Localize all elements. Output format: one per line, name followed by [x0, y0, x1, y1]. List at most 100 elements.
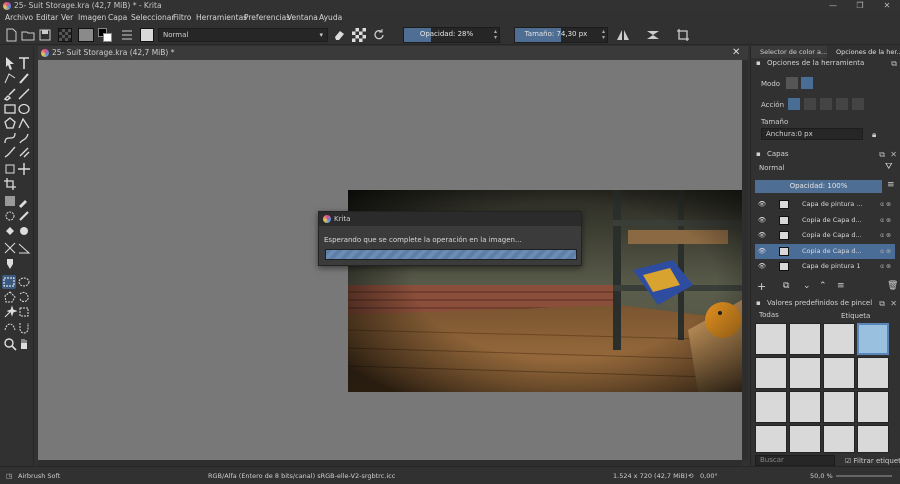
brush-preset-thumbnail[interactable] [789, 391, 821, 423]
checkbox-icon[interactable]: ▪ [756, 298, 761, 309]
menu-filtro[interactable]: Filtro [173, 13, 191, 22]
menu-imagen[interactable]: Imagen [78, 13, 106, 22]
action-subtract-button[interactable] [836, 98, 848, 110]
tab-color-selector[interactable]: Selector de color a... [751, 46, 827, 58]
save-icon[interactable] [38, 28, 52, 42]
layer-blend-mode-select[interactable]: Normal [755, 163, 881, 175]
action-intersect-button[interactable] [804, 98, 816, 110]
colorize-mask-tool-icon[interactable] [17, 209, 31, 223]
new-document-icon[interactable] [4, 28, 18, 42]
eye-icon[interactable]: 👁︎ [757, 213, 767, 228]
layer-properties-icon[interactable]: ≡ [837, 281, 845, 291]
brush-preset-thumbnail[interactable] [823, 425, 855, 453]
polygonal-selection-tool-icon[interactable] [3, 290, 17, 304]
lock-icon[interactable]: 🔒︎ [872, 130, 876, 140]
move-layer-up-icon[interactable]: ⌃ [819, 281, 827, 291]
fill-tool-icon[interactable] [3, 224, 17, 238]
layer-flags-icon[interactable]: α ⊗ [880, 244, 891, 259]
elliptical-selection-tool-icon[interactable] [17, 275, 31, 289]
zoom-level[interactable]: 50,0 % [810, 472, 833, 480]
spin-arrows-icon[interactable]: ▴ ▾ [602, 29, 605, 41]
layer-flags-icon[interactable]: α ⊗ [880, 259, 891, 274]
brush-preset-thumbnail[interactable] [857, 425, 889, 453]
duplicate-layer-icon[interactable]: ⧉ [783, 281, 789, 291]
eye-icon[interactable]: 👁︎ [757, 197, 767, 212]
menu-herramientas[interactable]: Herramientas [196, 13, 247, 22]
brush-settings-icon[interactable] [120, 28, 134, 42]
brush-preset-thumbnail[interactable] [755, 391, 787, 423]
layer-opacity-slider[interactable]: Opacidad: 100% [755, 180, 882, 193]
layer-row[interactable]: 👁︎ Capa de pintura ... α ⊗ [755, 197, 895, 212]
polygon-tool-icon[interactable] [3, 116, 17, 130]
float-panel-icon[interactable]: ⧉ [891, 58, 897, 69]
rotation-value[interactable]: 0,00° [700, 472, 718, 480]
float-panel-icon[interactable]: ⧉ [879, 298, 885, 309]
mirror-horizontal-icon[interactable] [616, 28, 630, 42]
brush-preset-thumbnail[interactable] [755, 323, 787, 355]
smart-patch-tool-icon[interactable] [3, 209, 17, 223]
layer-row[interactable]: 👁︎ Copia de Capa d... α ⊗ [755, 228, 895, 243]
freehand-selection-tool-icon[interactable] [17, 290, 31, 304]
bezier-selection-tool-icon[interactable] [3, 320, 17, 334]
tab-tool-options[interactable]: Opciones de la her... [827, 46, 900, 58]
close-window-button[interactable]: ✕ [880, 0, 894, 12]
select-shape-tool-icon[interactable] [3, 56, 17, 70]
opacity-slider[interactable]: Opacidad: 28% ▴ ▾ [403, 27, 500, 43]
dynamic-brush-tool-icon[interactable] [3, 145, 17, 159]
layer-flags-icon[interactable]: α ⊗ [880, 228, 891, 243]
mode-vector-button[interactable] [801, 77, 813, 89]
line-tool-icon[interactable] [17, 87, 31, 101]
filter-icon[interactable]: ⛛ [885, 162, 893, 172]
edit-shapes-tool-icon[interactable] [3, 71, 17, 85]
action-add-button[interactable] [820, 98, 832, 110]
action-replace-button[interactable] [788, 98, 800, 110]
width-spinbox[interactable]: Anchura:0 px [761, 128, 863, 140]
brush-preset-thumbnail[interactable] [755, 425, 787, 453]
fill-pattern-icon[interactable] [58, 28, 72, 42]
layer-flags-icon[interactable]: α ⊗ [880, 213, 891, 228]
reload-preset-icon[interactable] [372, 28, 386, 42]
eraser-icon[interactable] [332, 28, 346, 42]
brush-preset-thumbnail[interactable] [789, 425, 821, 453]
polyline-tool-icon[interactable] [17, 116, 31, 130]
transform-tool-icon[interactable] [3, 162, 17, 176]
minimize-button[interactable]: — [826, 0, 840, 12]
enclose-fill-tool-icon[interactable] [17, 224, 31, 238]
menu-preferencias[interactable]: Preferencias [244, 13, 290, 22]
ellipse-tool-icon[interactable] [17, 102, 31, 116]
restore-button[interactable]: ❐ [853, 0, 867, 12]
layer-row[interactable]: 👁︎ Capa de pintura 1 α ⊗ [755, 259, 895, 274]
crop-tool-icon[interactable] [3, 177, 17, 191]
blend-mode-select[interactable]: Normal ▾ [158, 28, 328, 42]
menu-archivo[interactable]: Archivo [5, 13, 33, 22]
move-tool-icon[interactable] [17, 162, 31, 176]
preserve-alpha-icon[interactable] [352, 28, 366, 42]
calligraphy-tool-icon[interactable] [17, 71, 31, 85]
menu-ver[interactable]: Ver [61, 13, 73, 22]
add-layer-icon[interactable]: + [757, 280, 766, 293]
brush-preset-thumbnail-selected[interactable] [857, 323, 889, 355]
multibrush-tool-icon[interactable] [17, 145, 31, 159]
measure-tool-icon[interactable] [17, 241, 31, 255]
brush-search-input[interactable]: Buscar [755, 455, 835, 466]
delete-layer-icon[interactable]: 🗑︎ [887, 281, 898, 291]
contiguous-selection-tool-icon[interactable] [3, 305, 17, 319]
layer-row[interactable]: 👁︎ Copia de Capa d... α ⊗ [755, 213, 895, 228]
brush-preset-thumbnail[interactable] [823, 323, 855, 355]
checkbox-icon[interactable]: ▪ [756, 58, 761, 69]
bezier-tool-icon[interactable] [3, 131, 17, 145]
size-slider[interactable]: Tamaño: 74,30 px ▴ ▾ [514, 27, 608, 43]
zoom-slider[interactable] [836, 475, 892, 477]
document-tab[interactable]: 25- Suit Storage.kra (42,7 MiB) * ✕ [38, 46, 748, 60]
brush-preset-thumbnail[interactable] [857, 357, 889, 389]
close-document-button[interactable]: ✕ [732, 47, 740, 58]
layer-row-selected[interactable]: 👁︎ Copia de Capa d... α ⊗ [755, 244, 895, 259]
menu-icon[interactable]: ≡ [887, 180, 895, 190]
action-symmetric-button[interactable] [852, 98, 864, 110]
brush-preset-thumbnail[interactable] [789, 357, 821, 389]
similar-color-selection-tool-icon[interactable] [17, 305, 31, 319]
pan-tool-icon[interactable] [17, 337, 31, 351]
move-layer-down-icon[interactable]: ⌄ [803, 281, 811, 291]
foreground-background-color-icon[interactable] [98, 28, 112, 42]
menu-ventana[interactable]: Ventana [287, 13, 318, 22]
